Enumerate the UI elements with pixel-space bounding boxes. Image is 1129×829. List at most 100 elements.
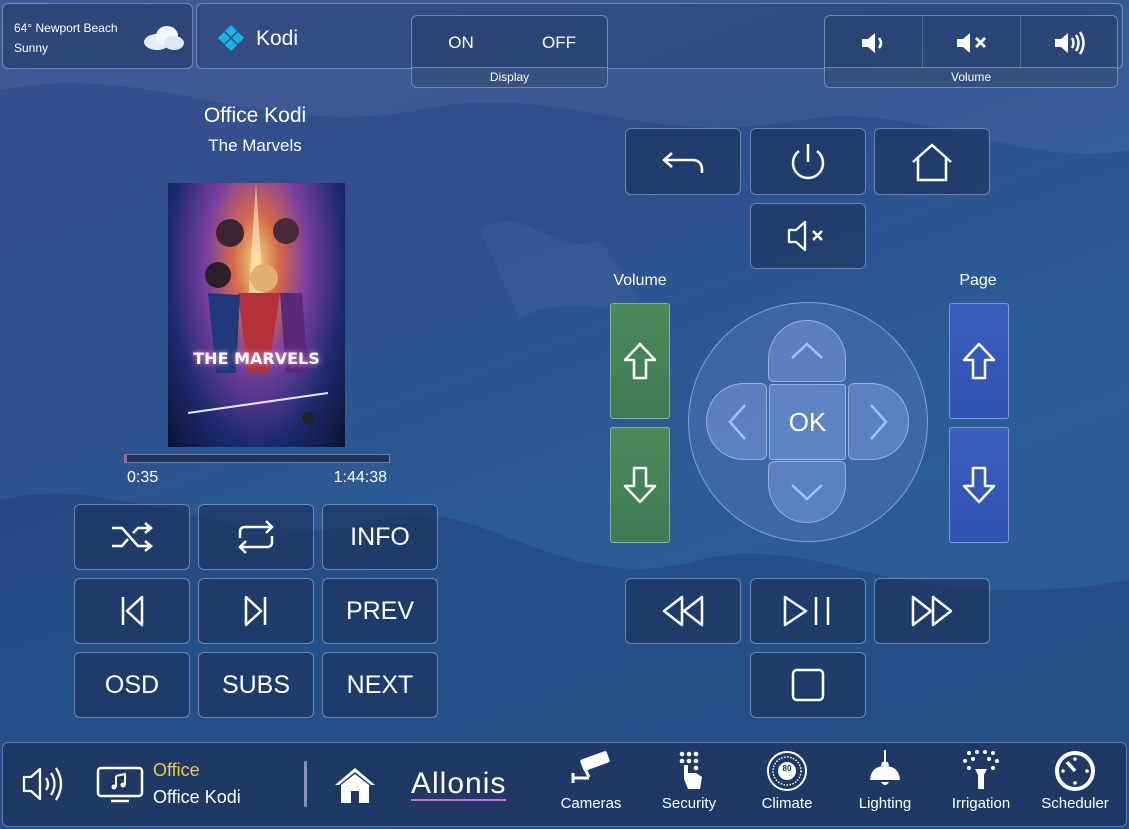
mute-icon (787, 220, 823, 252)
rewind-button[interactable] (625, 578, 741, 644)
movie-poster: THE MARVELS (168, 183, 345, 447)
media-screen-icon (96, 766, 144, 803)
nav-lighting[interactable]: Lighting (853, 743, 917, 826)
volume-mute-button[interactable] (923, 16, 1021, 69)
page-up-button[interactable] (949, 303, 1009, 419)
progress-fill (125, 455, 127, 462)
fast-forward-button[interactable] (874, 578, 990, 644)
volume-up-button[interactable] (1021, 16, 1118, 69)
play-pause-button[interactable] (750, 578, 866, 644)
scheduler-clock-icon (1055, 751, 1095, 791)
skip-next-button[interactable] (198, 578, 314, 644)
weather-condition: Sunny (14, 41, 49, 55)
prev-button[interactable]: PREV (322, 578, 438, 644)
nav-climate-label: Climate (761, 795, 813, 812)
volume-up-icon (1054, 30, 1085, 55)
nav-irrigation[interactable]: Irrigation (949, 743, 1013, 826)
remote-volume-up-button[interactable] (610, 303, 670, 419)
ok-label: OK (788, 406, 827, 437)
home-icon (912, 142, 952, 181)
repeat-icon (238, 520, 274, 554)
pendant-lamp-icon (870, 750, 900, 785)
footer-divider (304, 761, 307, 807)
nav-irrigation-label: Irrigation (951, 795, 1011, 812)
osd-button[interactable]: OSD (74, 652, 190, 718)
page-down-button[interactable] (949, 427, 1009, 543)
prev-label: PREV (345, 596, 415, 625)
volume-panel: Volume (824, 15, 1118, 88)
chevron-up-icon (791, 342, 823, 359)
home-icon[interactable] (333, 765, 377, 805)
progress-bar[interactable] (124, 454, 390, 463)
arrow-up-icon (962, 342, 996, 380)
elapsed-time: 0:35 (127, 469, 159, 486)
room-source-selector[interactable]: Office Office Kodi (95, 755, 295, 815)
display-on-label: ON (448, 32, 474, 52)
chevron-down-icon (791, 484, 823, 501)
home-button[interactable] (874, 128, 990, 195)
skip-previous-icon (121, 595, 144, 627)
info-label: INFO (350, 522, 410, 551)
shuffle-button[interactable] (74, 504, 190, 570)
media-title: The Marvels (208, 136, 302, 155)
remote-volume-down-button[interactable] (610, 427, 670, 543)
nav-cameras-label: Cameras (560, 795, 622, 812)
nav-security[interactable]: Security (657, 743, 721, 826)
footer-bar: Office Office Kodi Allonis Cameras Secur… (2, 742, 1127, 827)
volume-down-button[interactable] (825, 16, 923, 69)
skip-previous-button[interactable] (74, 578, 190, 644)
next-label: NEXT (346, 670, 414, 699)
back-button[interactable] (625, 128, 741, 195)
footer-source: Office Kodi (153, 787, 241, 807)
rewind-icon (662, 595, 704, 627)
display-on-button[interactable]: ON (412, 16, 510, 69)
poster-title-text: THE MARVELS (193, 349, 320, 368)
nav-climate[interactable]: 80 Climate (755, 743, 819, 826)
page-label: Page (959, 272, 997, 289)
room-title: Office Kodi (203, 104, 307, 127)
power-icon (791, 143, 825, 179)
climate-value: 80 (782, 764, 792, 773)
mute-icon (956, 32, 986, 53)
display-off-button[interactable]: OFF (510, 16, 608, 69)
subs-label: SUBS (221, 670, 291, 699)
info-button[interactable]: INFO (322, 504, 438, 570)
weather-location: 64° Newport Beach (14, 21, 118, 35)
volume-down-icon (861, 32, 882, 53)
weather-panel: 64° Newport Beach Sunny (2, 3, 193, 69)
duration-time: 1:44:38 (333, 469, 387, 486)
stop-button[interactable] (750, 652, 866, 718)
footer-room: Office (153, 760, 200, 780)
nav-cameras[interactable]: Cameras (559, 743, 623, 826)
subs-button[interactable]: SUBS (198, 652, 314, 718)
stop-icon (791, 668, 825, 702)
play-pause-icon (783, 595, 830, 627)
display-panel: ON OFF Display (411, 15, 608, 88)
volume-icon[interactable] (21, 764, 67, 804)
repeat-button[interactable] (198, 504, 314, 570)
security-keypad-icon (679, 751, 702, 789)
cloud-icon (144, 26, 184, 50)
skip-next-icon (244, 595, 267, 627)
nav-security-label: Security (661, 795, 717, 812)
chevron-left-icon (727, 403, 746, 440)
osd-label: OSD (104, 670, 160, 699)
nav-lighting-label: Lighting (858, 795, 912, 812)
volume-label: Volume (613, 272, 667, 289)
next-button[interactable]: NEXT (322, 652, 438, 718)
volume-caption: Volume (825, 67, 1117, 87)
remote-mute-button[interactable] (750, 203, 866, 269)
sprinkler-icon (963, 750, 999, 789)
chevron-right-icon (869, 403, 888, 440)
display-off-label: OFF (542, 32, 576, 52)
camera-icon (571, 751, 610, 783)
shuffle-icon (112, 522, 153, 552)
nav-scheduler[interactable]: Scheduler (1041, 743, 1109, 826)
display-caption: Display (412, 67, 607, 87)
kodi-logo-icon (218, 25, 244, 51)
arrow-down-icon (623, 466, 657, 504)
dpad-ok-button[interactable]: OK (769, 384, 846, 460)
allonis-logo: Allonis (411, 767, 507, 801)
power-button[interactable] (750, 128, 866, 195)
arrow-up-icon (623, 342, 657, 380)
